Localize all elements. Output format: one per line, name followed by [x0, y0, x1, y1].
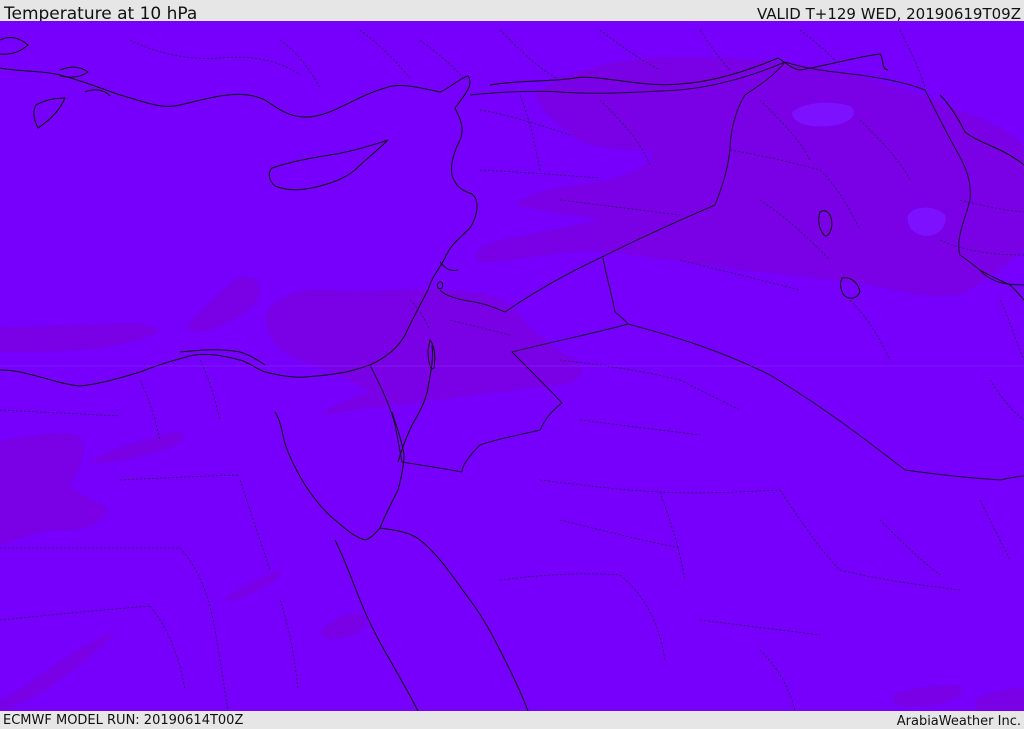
footer-bar: ECMWF MODEL RUN: 20190614T00Z ArabiaWeat… — [0, 711, 1024, 729]
credit-label: ArabiaWeather Inc. — [896, 714, 1021, 729]
header-bar: Temperature at 10 hPa VALID T+129 WED, 2… — [0, 0, 1024, 24]
map-canvas[interactable] — [0, 21, 1024, 711]
map-panel[interactable] — [0, 21, 1024, 711]
model-run-label: ECMWF MODEL RUN: 20190614T00Z — [3, 713, 244, 728]
